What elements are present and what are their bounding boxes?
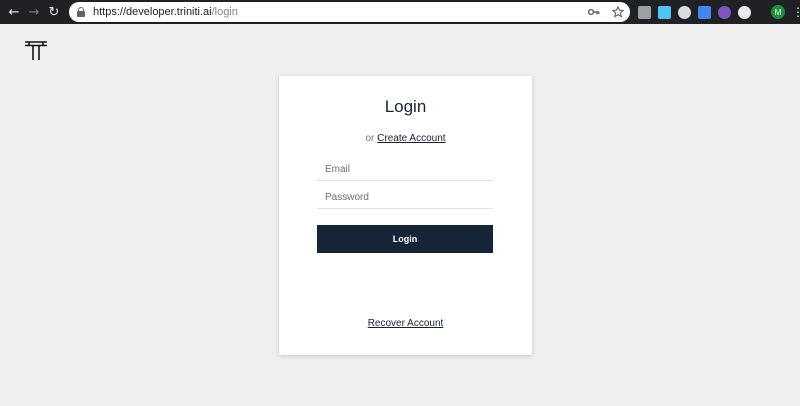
login-title: Login bbox=[384, 97, 427, 116]
ext-circle-icon[interactable] bbox=[678, 5, 691, 19]
ext-translate-icon[interactable] bbox=[698, 5, 711, 19]
extensions-bar: M ⋮ bbox=[638, 4, 800, 20]
url-host: https://developer.triniti.ai bbox=[93, 6, 212, 18]
lock-icon bbox=[77, 7, 85, 17]
ext-play-icon[interactable] bbox=[718, 5, 731, 19]
login-button[interactable]: Login bbox=[317, 225, 493, 253]
triniti-logo[interactable] bbox=[24, 41, 48, 61]
create-account-link[interactable]: Create Account bbox=[377, 133, 445, 144]
ext-doc-icon[interactable] bbox=[658, 5, 671, 19]
back-button[interactable]: ← bbox=[4, 0, 24, 24]
star-icon[interactable] bbox=[612, 6, 624, 18]
ext-record-icon[interactable] bbox=[738, 5, 751, 19]
browser-menu-icon[interactable]: ⋮ bbox=[792, 6, 800, 18]
ext-grid-icon[interactable] bbox=[638, 5, 651, 19]
omnibox-actions bbox=[588, 2, 624, 22]
address-bar[interactable]: https://developer.triniti.ai/login bbox=[69, 2, 630, 22]
url-path: /login bbox=[211, 6, 238, 18]
recover-line: Recover Account bbox=[279, 318, 532, 329]
password-field[interactable] bbox=[317, 187, 493, 209]
login-card: Login or Create Account Login Recover Ac… bbox=[279, 76, 532, 355]
reload-button[interactable]: ↻ bbox=[44, 0, 64, 24]
profile-avatar[interactable]: M bbox=[771, 5, 785, 19]
recover-account-link[interactable]: Recover Account bbox=[368, 318, 444, 329]
browser-toolbar: ← → ↻ https://developer.triniti.ai/login… bbox=[0, 0, 800, 24]
email-field[interactable] bbox=[317, 159, 493, 181]
key-icon[interactable] bbox=[588, 8, 600, 16]
create-account-line: or Create Account bbox=[279, 133, 532, 144]
forward-button[interactable]: → bbox=[24, 0, 44, 24]
or-label: or bbox=[365, 133, 375, 144]
